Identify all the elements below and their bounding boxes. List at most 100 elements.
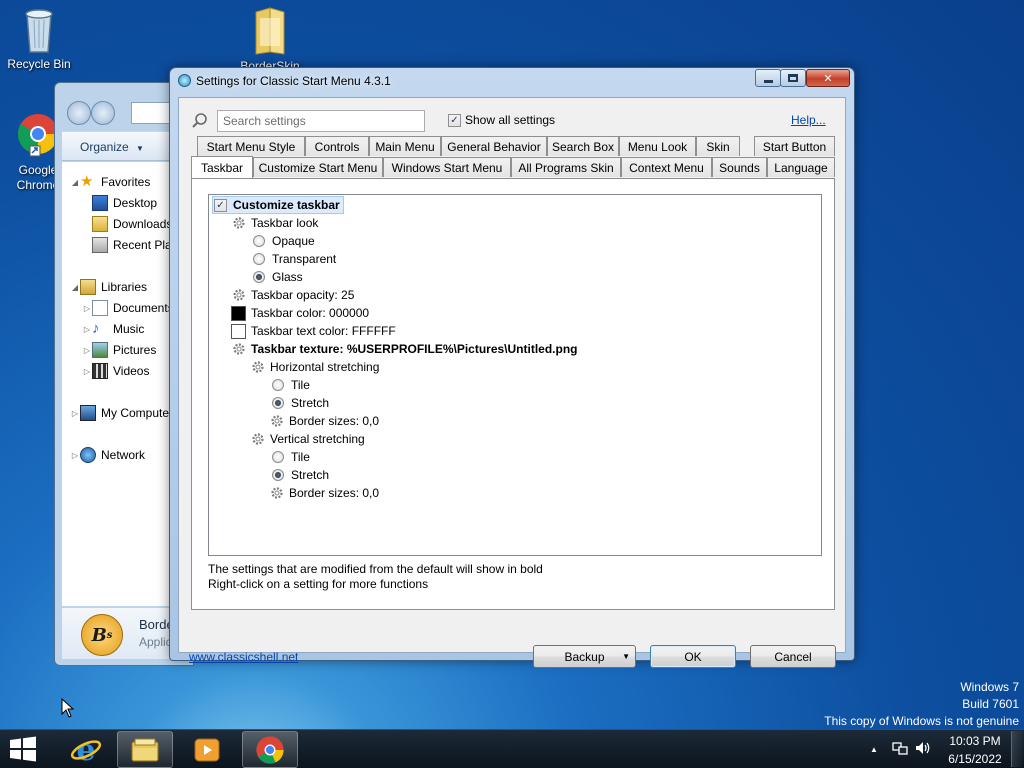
- details-type: Applic: [139, 635, 172, 649]
- horizontal-stretch-option[interactable]: Stretch: [272, 394, 329, 412]
- collapse-arrow-icon[interactable]: ▷: [82, 325, 92, 334]
- taskbar-text-color-setting[interactable]: Taskbar text color: FFFFFF: [231, 322, 396, 340]
- maximize-button[interactable]: [780, 69, 806, 87]
- tab-all-programs-skin[interactable]: All Programs Skin: [511, 157, 621, 177]
- tab-customize-start-menu[interactable]: Customize Start Menu: [253, 157, 383, 177]
- dialog-title: Settings for Classic Start Menu 4.3.1: [196, 74, 391, 88]
- dialog-titlebar[interactable]: Settings for Classic Start Menu 4.3.1 ✕: [170, 68, 854, 94]
- taskbar-explorer-button[interactable]: [117, 731, 173, 768]
- close-button[interactable]: ✕: [806, 69, 850, 87]
- show-all-settings-checkbox[interactable]: ✓ Show all settings: [448, 113, 555, 127]
- vertical-stretch-option[interactable]: Stretch: [272, 466, 329, 484]
- radio-off-icon[interactable]: [253, 235, 265, 247]
- tree-item-my-computer[interactable]: ▷ My Computer: [70, 403, 173, 423]
- tree-item-music[interactable]: ▷ ♪ Music: [82, 319, 144, 339]
- collapse-arrow-icon[interactable]: ▷: [70, 409, 80, 418]
- vertical-border-sizes-setting[interactable]: Border sizes: 0,0: [269, 484, 379, 502]
- start-button[interactable]: [8, 736, 40, 764]
- desktop-icon-borderskin[interactable]: BorderSkin: [232, 4, 308, 67]
- hint-bold-modified: The settings that are modified from the …: [208, 562, 543, 576]
- tab-menu-look[interactable]: Menu Look: [619, 136, 696, 156]
- tree-item-network[interactable]: ▷ Network: [70, 445, 145, 465]
- opaque-option[interactable]: Opaque: [253, 232, 315, 250]
- tab-general-behavior[interactable]: General Behavior: [441, 136, 547, 156]
- back-button[interactable]: [67, 101, 91, 125]
- show-hidden-icons-button[interactable]: ▲: [870, 745, 878, 754]
- radio-on-icon[interactable]: [272, 469, 284, 481]
- show-desktop-button[interactable]: [1011, 731, 1023, 767]
- search-settings-input[interactable]: Search settings: [217, 110, 425, 132]
- system-clock[interactable]: 10:03 PM 6/15/2022: [940, 734, 1010, 767]
- radio-on-icon[interactable]: [253, 271, 265, 283]
- checkbox-checked-icon[interactable]: ✓: [214, 198, 227, 212]
- glass-option[interactable]: Glass: [253, 268, 303, 286]
- horizontal-stretching-setting[interactable]: Horizontal stretching: [250, 358, 379, 376]
- horizontal-border-sizes-setting[interactable]: Border sizes: 0,0: [269, 412, 379, 430]
- expand-arrow-icon[interactable]: ◢: [70, 178, 80, 187]
- collapse-arrow-icon[interactable]: ▷: [82, 346, 92, 355]
- gear-icon: [250, 431, 266, 447]
- horizontal-tile-option[interactable]: Tile: [272, 376, 310, 394]
- classicshell-website-link[interactable]: www.classicshell.net: [189, 650, 298, 664]
- taskbar-ie-button[interactable]: e: [58, 731, 114, 768]
- tree-item-favorites[interactable]: ◢ ★ Favorites: [70, 172, 150, 192]
- volume-tray-icon[interactable]: [914, 740, 932, 759]
- dropdown-arrow-icon: ▼: [622, 652, 630, 661]
- computer-icon: [80, 405, 96, 421]
- tab-start-button[interactable]: Start Button: [754, 136, 835, 156]
- tab-sounds[interactable]: Sounds: [712, 157, 767, 177]
- tree-item-libraries[interactable]: ◢ Libraries: [70, 277, 147, 297]
- dialog-client-area: Search settings ✓ Show all settings Help…: [178, 97, 846, 668]
- taskbar-opacity-setting[interactable]: Taskbar opacity: 25: [231, 286, 354, 304]
- svg-text:e: e: [76, 734, 95, 766]
- tree-item-videos[interactable]: ▷ Videos: [82, 361, 149, 381]
- radio-off-icon[interactable]: [272, 451, 284, 463]
- internet-explorer-icon: e: [70, 734, 102, 766]
- desktop-icon-recycle-bin[interactable]: Recycle Bin: [1, 4, 77, 72]
- cancel-button[interactable]: Cancel: [750, 645, 836, 668]
- tab-main-menu[interactable]: Main Menu: [369, 136, 441, 156]
- tree-item-desktop[interactable]: Desktop: [92, 193, 157, 213]
- radio-off-icon[interactable]: [272, 379, 284, 391]
- minimize-button[interactable]: [755, 69, 781, 87]
- vertical-stretching-setting[interactable]: Vertical stretching: [250, 430, 365, 448]
- transparent-option[interactable]: Transparent: [253, 250, 336, 268]
- ok-button[interactable]: OK: [650, 645, 736, 668]
- help-link[interactable]: Help...: [791, 113, 826, 127]
- tab-taskbar[interactable]: Taskbar: [191, 156, 253, 178]
- backup-button[interactable]: Backup ▼: [533, 645, 636, 668]
- organize-button[interactable]: Organize ▼: [80, 140, 144, 154]
- taskbar-chrome-button[interactable]: [242, 731, 298, 768]
- tab-language[interactable]: Language: [767, 157, 835, 177]
- taskbar-media-player-button[interactable]: [179, 731, 235, 768]
- customize-taskbar-setting[interactable]: ✓ Customize taskbar: [212, 196, 344, 214]
- forward-button[interactable]: [91, 101, 115, 125]
- borderskin-label: BorderSkin: [240, 59, 300, 67]
- radio-on-icon[interactable]: [272, 397, 284, 409]
- expand-arrow-icon[interactable]: ◢: [70, 283, 80, 292]
- tab-start-menu-style[interactable]: Start Menu Style: [197, 136, 305, 156]
- tree-item-documents[interactable]: ▷ Documents: [82, 298, 174, 318]
- taskbar-color-setting[interactable]: Taskbar color: 000000: [231, 304, 369, 322]
- tree-item-recent-places[interactable]: Recent Places: [92, 235, 174, 255]
- taskbar-look-setting[interactable]: Taskbar look: [231, 214, 318, 232]
- tab-windows-start-menu[interactable]: Windows Start Menu: [383, 157, 511, 177]
- collapse-arrow-icon[interactable]: ▷: [70, 451, 80, 460]
- tab-search-box[interactable]: Search Box: [547, 136, 619, 156]
- tree-item-downloads[interactable]: Downloads: [92, 214, 172, 234]
- radio-off-icon[interactable]: [253, 253, 265, 265]
- tab-controls[interactable]: Controls: [305, 136, 369, 156]
- setting-label: Taskbar color: 000000: [251, 306, 370, 320]
- tree-item-label: Network: [101, 448, 146, 462]
- vertical-tile-option[interactable]: Tile: [272, 448, 310, 466]
- network-tray-icon[interactable]: [892, 740, 908, 759]
- taskbar-texture-setting[interactable]: Taskbar texture: %USERPROFILE%\Pictures\…: [231, 340, 578, 358]
- tab-skin[interactable]: Skin: [696, 136, 740, 156]
- cancel-label: Cancel: [774, 649, 812, 664]
- recent-places-icon: [92, 237, 108, 253]
- tree-item-label: Music: [113, 322, 145, 336]
- tree-item-pictures[interactable]: ▷ Pictures: [82, 340, 156, 360]
- tab-context-menu[interactable]: Context Menu: [621, 157, 712, 177]
- collapse-arrow-icon[interactable]: ▷: [82, 304, 92, 313]
- collapse-arrow-icon[interactable]: ▷: [82, 367, 92, 376]
